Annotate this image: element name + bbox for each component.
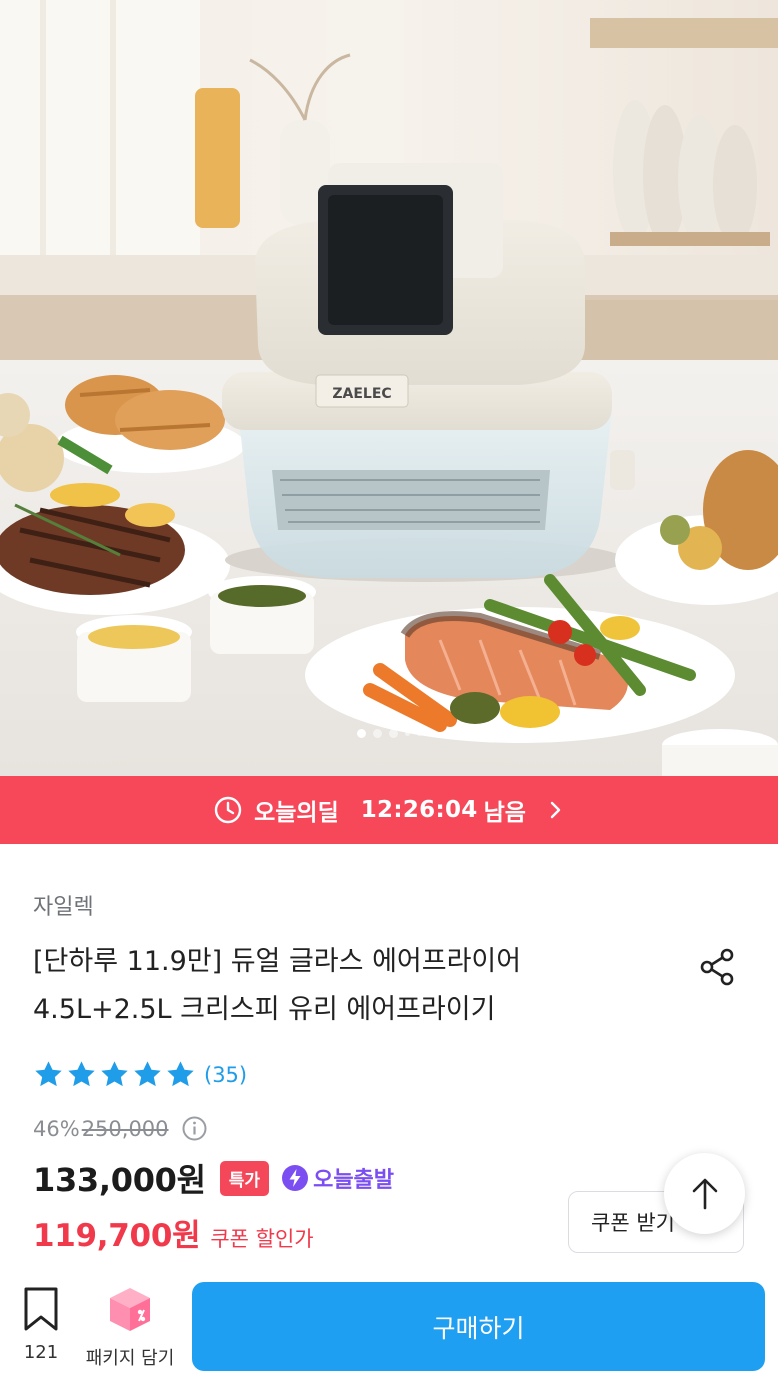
- buy-button-label: 구매하기: [432, 1313, 525, 1343]
- appliance-logo: ZAELEC: [332, 386, 391, 402]
- deal-countdown: 12:26:04: [360, 797, 478, 823]
- buy-button[interactable]: 구매하기: [192, 1282, 765, 1371]
- deal-remaining-label: 남음: [483, 800, 526, 826]
- carousel-dot: [372, 729, 382, 738]
- deal-label: 오늘의딜: [254, 800, 339, 826]
- carousel-dot: [388, 729, 398, 738]
- bookmark-button[interactable]: 121: [18, 1286, 64, 1363]
- todays-deal-bar[interactable]: 오늘의딜 12:26:04 남음: [0, 776, 778, 844]
- bookmark-icon: [24, 1287, 58, 1331]
- scroll-to-top-button[interactable]: [664, 1153, 745, 1234]
- share-icon: [700, 948, 734, 986]
- info-icon[interactable]: [181, 1115, 208, 1142]
- product-image-carousel[interactable]: ZAELEC: [0, 0, 778, 776]
- special-price-badge: 특가: [219, 1160, 270, 1196]
- star-icon: [134, 1061, 161, 1087]
- arrow-up-icon: [692, 1178, 717, 1209]
- coupon-price-label: 쿠폰 할인가: [210, 1227, 314, 1251]
- chevron-right-icon: [550, 801, 561, 819]
- product-title: [단하루 11.9만] 듀얼 글라스 에어프라이어 4.5L+2.5L 크리스피…: [33, 938, 653, 1034]
- star-icon: [35, 1061, 62, 1087]
- carousel-dot-active: [356, 729, 366, 738]
- coupon-price-row: 119,700원 쿠폰 할인가: [33, 1210, 314, 1255]
- bookmark-count: 121: [23, 1342, 59, 1363]
- star-icon: [167, 1061, 194, 1087]
- product-photo: ZAELEC: [0, 0, 778, 776]
- ships-today-label: 오늘출발: [313, 1168, 395, 1193]
- add-to-package-label: 패키지 담기: [85, 1348, 175, 1369]
- coupon-price: 119,700원: [33, 1218, 201, 1254]
- sale-price: 133,000원: [33, 1161, 206, 1199]
- original-price-row: 46% 250,000: [33, 1115, 208, 1142]
- bottom-action-bar: 121 패키지 담기 구매하기: [0, 1272, 778, 1380]
- star-icon: [68, 1061, 95, 1087]
- package-box-icon: [110, 1288, 150, 1331]
- review-count[interactable]: (35): [204, 1063, 247, 1087]
- discount-rate: 46%: [33, 1116, 80, 1141]
- ships-today-badge: 오늘출발: [281, 1162, 394, 1194]
- original-price: 250,000: [81, 1116, 169, 1141]
- brand-name[interactable]: 자일렉: [33, 889, 94, 921]
- sale-price-row: 133,000원 특가 오늘출발: [33, 1155, 394, 1201]
- lightning-icon: [282, 1165, 309, 1191]
- star-icon: [101, 1061, 128, 1087]
- carousel-indicator: [0, 729, 778, 738]
- product-title-line2: 4.5L+2.5L 크리스피 유리 에어프라이기: [33, 994, 496, 1025]
- product-title-line1: [단하루 11.9만] 듀얼 글라스 에어프라이어: [33, 946, 522, 977]
- share-button[interactable]: [696, 945, 740, 989]
- carousel-dot: [416, 731, 422, 736]
- star-rating: [33, 1059, 196, 1090]
- add-to-package-button[interactable]: 패키지 담기: [78, 1284, 182, 1370]
- carousel-dot: [404, 731, 410, 736]
- product-rating[interactable]: (35): [33, 1059, 247, 1090]
- clock-icon: [214, 796, 242, 824]
- get-coupon-label: 쿠폰 받기: [591, 1211, 675, 1235]
